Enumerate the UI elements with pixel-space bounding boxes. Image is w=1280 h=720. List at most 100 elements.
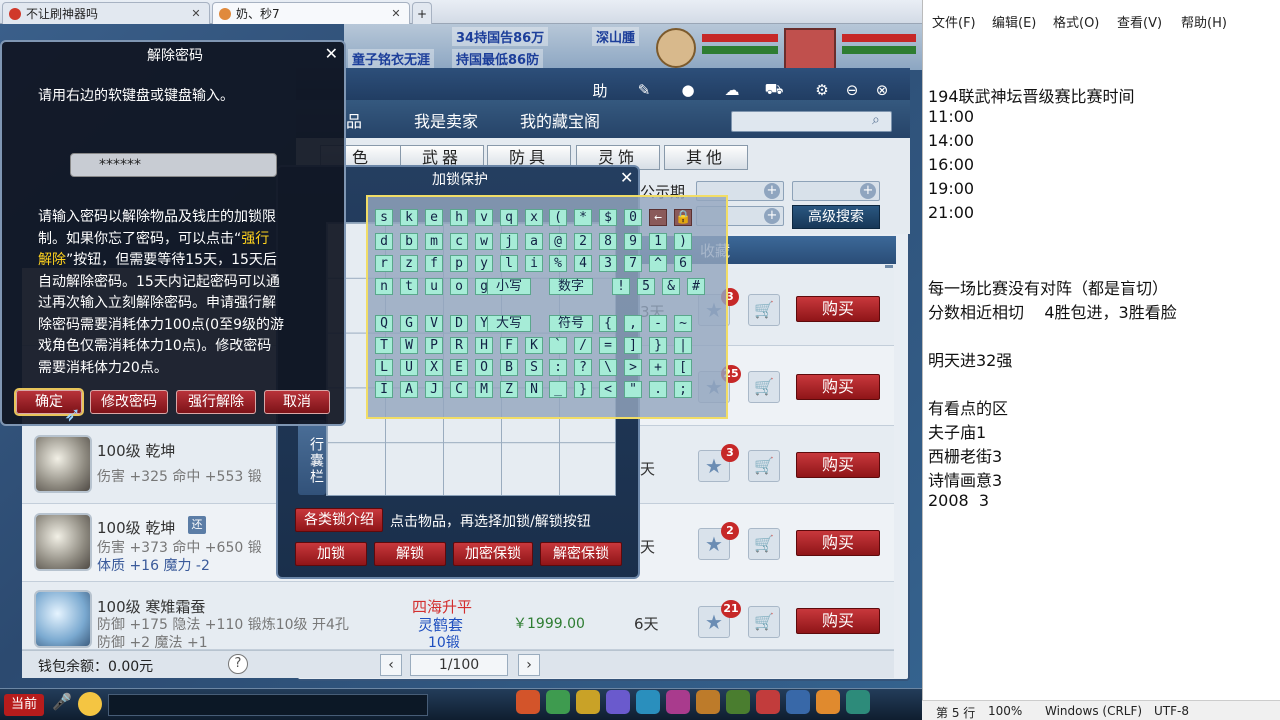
- keyboard-key[interactable]: G: [400, 315, 418, 332]
- plus-icon[interactable]: +: [764, 183, 780, 199]
- text-line[interactable]: 西栅老街3: [928, 443, 1002, 467]
- help-icon[interactable]: 助: [588, 78, 612, 102]
- keyboard-key[interactable]: ~: [674, 315, 692, 332]
- keyboard-key[interactable]: P: [425, 337, 443, 354]
- keyboard-key[interactable]: #: [687, 278, 705, 295]
- menu-format[interactable]: 格式(O): [1053, 12, 1099, 31]
- keyboard-key[interactable]: z: [400, 255, 418, 272]
- text-line[interactable]: 19:00: [928, 179, 974, 198]
- minimize-icon[interactable]: ⊖: [840, 78, 864, 102]
- keyboard-key[interactable]: 1: [649, 233, 667, 250]
- npc-avatar[interactable]: [656, 28, 696, 68]
- keyboard-key[interactable]: `: [549, 337, 567, 354]
- prev-page-button[interactable]: ‹: [380, 654, 402, 676]
- keyboard-key[interactable]: b: [400, 233, 418, 250]
- keyboard-key[interactable]: $: [599, 209, 617, 226]
- keyboard-key[interactable]: v: [475, 209, 493, 226]
- keyboard-key[interactable]: 大写: [487, 315, 531, 332]
- buy-button[interactable]: 购买: [796, 608, 880, 634]
- keyboard-key[interactable]: W: [400, 337, 418, 354]
- menu-view[interactable]: 查看(V): [1117, 12, 1162, 31]
- keyboard-key[interactable]: E: [450, 359, 468, 376]
- buy-button[interactable]: 购买: [796, 530, 880, 556]
- mail-icon[interactable]: [756, 690, 780, 714]
- keyboard-key[interactable]: }: [574, 381, 592, 398]
- keyboard-key[interactable]: 3: [599, 255, 617, 272]
- close-icon[interactable]: ⊗: [870, 78, 894, 102]
- menu-file[interactable]: 文件(F): [932, 12, 976, 31]
- keyboard-key[interactable]: 8: [599, 233, 617, 250]
- keyboard-key[interactable]: _: [549, 381, 567, 398]
- text-line[interactable]: 诗情画意3: [928, 467, 1002, 491]
- keyboard-key[interactable]: ": [624, 381, 642, 398]
- keyboard-key[interactable]: 5: [637, 278, 655, 295]
- text-line[interactable]: 夫子庙1: [928, 419, 986, 443]
- settings-icon[interactable]: [846, 690, 870, 714]
- lock-intro-button[interactable]: 各类锁介绍: [295, 508, 383, 532]
- shop-icon[interactable]: [816, 690, 840, 714]
- text-line[interactable]: 16:00: [928, 155, 974, 174]
- keyboard-key[interactable]: :: [549, 359, 567, 376]
- keyboard-key[interactable]: .: [649, 381, 667, 398]
- keyboard-key[interactable]: T: [375, 337, 393, 354]
- keyboard-key[interactable]: l: [500, 255, 518, 272]
- keyboard-key[interactable]: }: [649, 337, 667, 354]
- keyboard-key[interactable]: /: [574, 337, 592, 354]
- team-icon[interactable]: [576, 690, 600, 714]
- keyboard-key[interactable]: *: [574, 209, 592, 226]
- lock-button[interactable]: 加锁: [295, 542, 367, 566]
- decrypt-lock-button[interactable]: 解密保锁: [540, 542, 622, 566]
- cart-icon[interactable]: 🛒: [748, 528, 780, 560]
- channel-current[interactable]: 当前: [4, 694, 44, 716]
- keyboard-key[interactable]: {: [599, 315, 617, 332]
- skills-icon[interactable]: [606, 690, 630, 714]
- keyboard-key[interactable]: L: [375, 359, 393, 376]
- pen-icon[interactable]: ✎: [632, 78, 656, 102]
- cart-icon[interactable]: 🛒: [748, 450, 780, 482]
- browser-tab-1[interactable]: 不让刷神器吗 ✕: [2, 2, 210, 24]
- gear-icon[interactable]: ⚙: [810, 78, 834, 102]
- advanced-search-button[interactable]: 高级搜索: [792, 205, 880, 229]
- tab-items[interactable]: 品: [346, 108, 362, 132]
- chat-icon[interactable]: ☁: [720, 78, 744, 102]
- keyboard-key[interactable]: C: [450, 381, 468, 398]
- unlock-button[interactable]: 解锁: [374, 542, 446, 566]
- keyboard-key[interactable]: >: [624, 359, 642, 376]
- bag-tab[interactable]: 行囊栏: [298, 420, 326, 495]
- text-line[interactable]: 明天进32强: [928, 347, 1012, 371]
- filter-select[interactable]: +: [792, 181, 880, 201]
- page-indicator[interactable]: 1/100: [410, 654, 508, 676]
- keyboard-key[interactable]: k: [400, 209, 418, 226]
- keyboard-key[interactable]: 小写: [487, 278, 531, 295]
- text-line[interactable]: 11:00: [928, 107, 974, 126]
- next-page-button[interactable]: ›: [518, 654, 540, 676]
- search-input[interactable]: [731, 111, 892, 132]
- keyboard-key[interactable]: %: [549, 255, 567, 272]
- keyboard-key[interactable]: p: [450, 255, 468, 272]
- keyboard-key[interactable]: (: [549, 209, 567, 226]
- keyboard-key[interactable]: 2: [574, 233, 592, 250]
- keyboard-key[interactable]: ^: [649, 255, 667, 272]
- tab-treasure[interactable]: 我的藏宝阁: [520, 108, 600, 132]
- keyboard-key[interactable]: i: [525, 255, 543, 272]
- keyboard-key[interactable]: =: [599, 337, 617, 354]
- keyboard-key[interactable]: r: [375, 255, 393, 272]
- player-avatar[interactable]: [784, 28, 836, 72]
- keyboard-key[interactable]: U: [400, 359, 418, 376]
- quest-icon[interactable]: [636, 690, 660, 714]
- new-tab-button[interactable]: +: [412, 2, 432, 24]
- force-link[interactable]: 强行: [241, 231, 269, 247]
- keyboard-key[interactable]: e: [425, 209, 443, 226]
- system-icon[interactable]: [696, 690, 720, 714]
- keyboard-key[interactable]: y: [475, 255, 493, 272]
- buy-button[interactable]: 购买: [796, 452, 880, 478]
- keyboard-key[interactable]: |: [674, 337, 692, 354]
- keyboard-key[interactable]: V: [425, 315, 443, 332]
- guild-icon[interactable]: [666, 690, 690, 714]
- microphone-icon[interactable]: 🎤: [52, 692, 72, 716]
- force-unlock-button[interactable]: 强行解除: [176, 390, 256, 414]
- keyboard-key[interactable]: 符号: [549, 315, 593, 332]
- keyboard-key[interactable]: t: [400, 278, 418, 295]
- keyboard-key[interactable]: ): [674, 233, 692, 250]
- keyboard-key[interactable]: @: [549, 233, 567, 250]
